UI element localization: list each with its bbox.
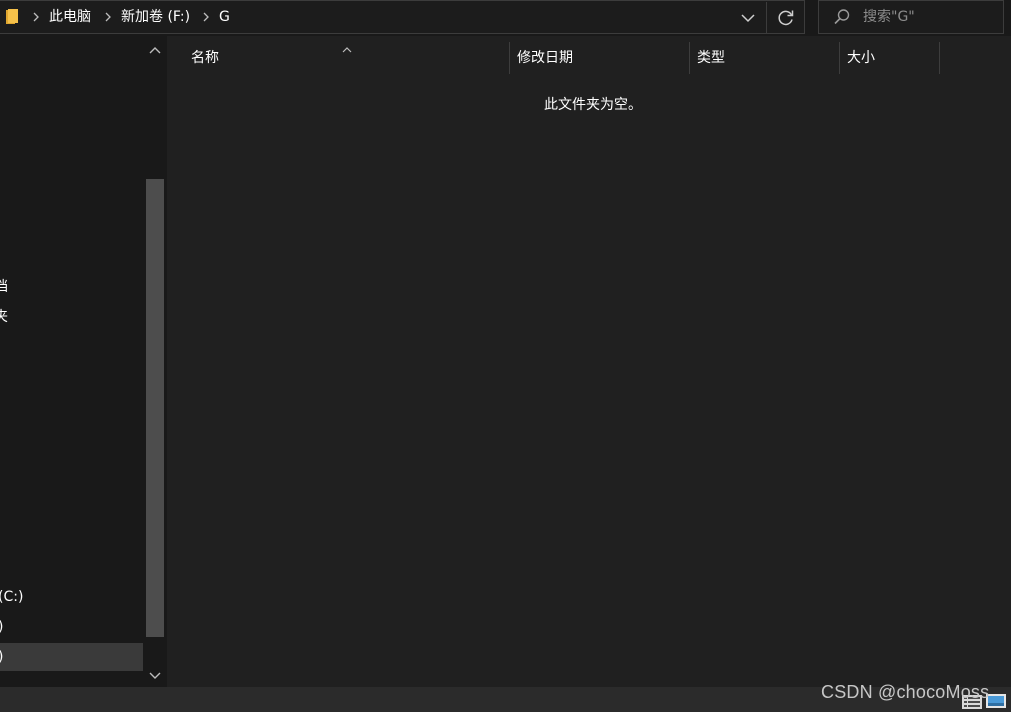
address-bar[interactable]: 此电脑 新加卷 (F:) G (0, 0, 805, 34)
nav-item-drive-c[interactable]: (C:) (0, 583, 143, 611)
file-list-pane[interactable]: 名称 修改日期 类型 大小 此文件夹为空。 (167, 36, 1011, 687)
sort-ascending-icon (341, 40, 353, 53)
chevron-down-icon (149, 672, 161, 679)
column-divider[interactable] (689, 42, 690, 74)
refresh-icon (778, 10, 794, 26)
column-header-size[interactable]: 大小 (847, 42, 875, 74)
empty-folder-message: 此文件夹为空。 (167, 94, 1011, 114)
empty-folder-text: 此文件夹为空。 (544, 97, 642, 113)
breadcrumb-this-pc[interactable]: 此电脑 (49, 8, 91, 26)
chevron-right-icon[interactable] (201, 9, 211, 25)
breadcrumb-folder-g[interactable]: G (219, 8, 230, 26)
file-explorer-window: 此电脑 新加卷 (F:) G 搜索"G" 档 夹 (C:) 名称 修改日期 类型… (0, 0, 1011, 712)
column-divider[interactable] (509, 42, 510, 74)
nav-item-drive[interactable]: ) (0, 613, 143, 641)
nav-scrollbar[interactable] (145, 36, 165, 687)
breadcrumb-drive-f[interactable]: 新加卷 (F:) (121, 8, 190, 26)
search-icon (833, 8, 851, 26)
address-history-dropdown[interactable] (734, 7, 762, 29)
nav-item-label: ) (0, 613, 3, 641)
column-headers: 名称 修改日期 类型 大小 (167, 42, 1011, 74)
chevron-right-icon[interactable] (31, 9, 41, 25)
column-header-date-modified[interactable]: 修改日期 (517, 42, 573, 74)
chevron-up-icon (149, 47, 161, 54)
nav-item-drive-f[interactable]: ) (0, 643, 143, 671)
chevron-right-icon[interactable] (103, 9, 113, 25)
navigation-pane: 档 夹 (C:) ) ) (0, 36, 166, 687)
column-divider[interactable] (939, 42, 940, 74)
nav-item-label: 档 (0, 279, 8, 295)
nav-item-label: ) (0, 643, 3, 671)
address-toolbar: 此电脑 新加卷 (F:) G (0, 0, 1011, 36)
nav-item-label: (C:) (0, 589, 24, 605)
nav-item-documents[interactable]: 档 (0, 273, 143, 301)
column-header-name[interactable]: 名称 (191, 42, 219, 74)
scroll-down-button[interactable] (145, 667, 165, 685)
column-header-type[interactable]: 类型 (697, 42, 725, 74)
search-input[interactable] (863, 6, 995, 28)
search-box[interactable] (818, 0, 1004, 34)
refresh-button[interactable] (772, 6, 800, 30)
column-divider[interactable] (839, 42, 840, 74)
scroll-thumb[interactable] (146, 179, 164, 637)
chevron-down-icon (741, 14, 755, 23)
watermark-text: CSDN @chocoMoss (821, 682, 990, 702)
address-divider (766, 2, 767, 34)
scroll-up-button[interactable] (145, 42, 165, 60)
nav-item-folder[interactable]: 夹 (0, 303, 143, 331)
folder-icon (6, 9, 18, 24)
nav-item-label: 夹 (0, 309, 8, 325)
